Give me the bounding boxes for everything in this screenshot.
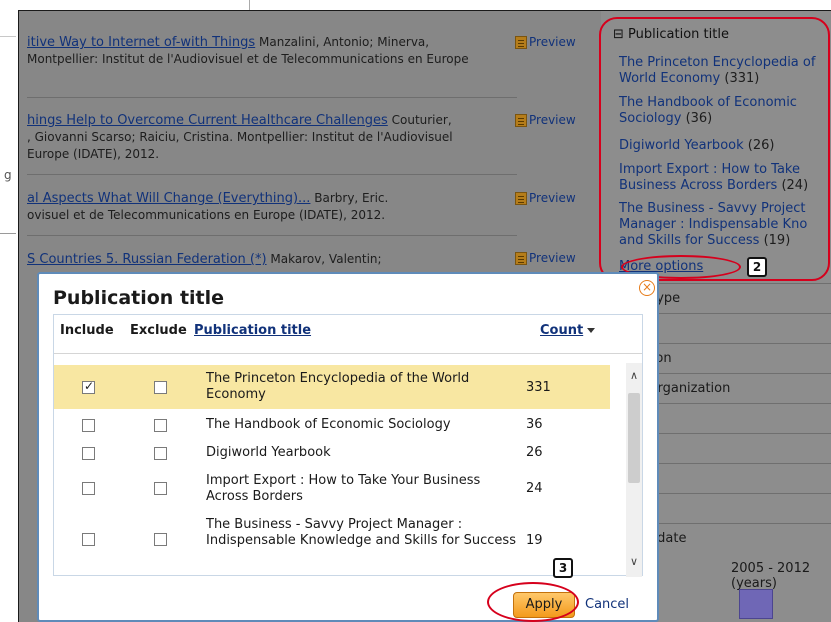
preview-icon: [515, 113, 527, 127]
preview-link[interactable]: Preview: [515, 35, 576, 49]
column-header-publication-title[interactable]: Publication title: [194, 323, 311, 338]
annotation-highlight: [599, 17, 830, 281]
chevron-down-icon[interactable]: ∨: [629, 556, 639, 567]
result-authors: Couturier,: [387, 113, 452, 127]
publication-title-text: Digiworld Yearbook: [206, 445, 331, 460]
result-title-link[interactable]: itive Way to Internet of-with Things: [27, 35, 255, 50]
background-window-edge: g: [0, 0, 18, 622]
scrollbar-thumb[interactable]: [628, 393, 640, 483]
result-item: S Countries 5. Russian Federation (*) Ma…: [27, 251, 507, 268]
table-row: The Handbook of Economic Sociology 36: [54, 413, 610, 439]
result-title-link[interactable]: S Countries 5. Russian Federation (*): [27, 252, 267, 267]
divider: [27, 174, 517, 175]
result-source: Montpellier: Institut de l'Audiovisuel e…: [27, 52, 469, 66]
publication-title-text: The Handbook of Economic Sociology: [206, 417, 451, 432]
include-checkbox[interactable]: [82, 447, 95, 460]
preview-icon: [515, 35, 527, 49]
divider: [27, 97, 517, 98]
column-header-exclude: Exclude: [130, 323, 187, 338]
publication-count: 24: [526, 481, 543, 496]
options-list: The Princeton Encyclopedia of the World …: [54, 363, 624, 577]
preview-icon: [515, 191, 527, 205]
publication-count: 331: [526, 380, 551, 395]
preview-icon: [515, 251, 527, 265]
date-range: 2005 - 2012 (years): [731, 561, 811, 591]
chevron-up-icon[interactable]: ∧: [629, 370, 639, 381]
exclude-checkbox[interactable]: [154, 482, 167, 495]
result-source: Europe (IDATE), 2012.: [27, 147, 160, 161]
include-checkbox[interactable]: [82, 379, 95, 394]
exclude-checkbox[interactable]: [154, 419, 167, 432]
dialog-title: Publication title: [53, 287, 225, 309]
facet-options-table: Include Exclude Publication title Count …: [53, 314, 643, 577]
partial-text: g: [4, 168, 12, 182]
result-source: , Giovanni Scarso; Raiciu, Cristina. Mon…: [27, 130, 453, 144]
result-authors: Manzalini, Antonio; Minerva,: [255, 35, 430, 49]
preview-link[interactable]: Preview: [515, 113, 576, 127]
step-badge: 3: [553, 558, 573, 578]
column-header-include: Include: [60, 323, 114, 338]
result-item: hings Help to Overcome Current Healthcar…: [27, 112, 507, 163]
publication-title-text: The Business - Savvy Project Manager : I…: [206, 517, 516, 548]
table-row: The Business - Savvy Project Manager : I…: [54, 513, 610, 569]
publication-title-text: Import Export : How to Take Your Busines…: [206, 473, 481, 504]
divider: [0, 233, 16, 234]
include-checkbox[interactable]: [82, 419, 95, 432]
result-authors: Barbry, Eric.: [310, 191, 389, 205]
result-item: itive Way to Internet of-with Things Man…: [27, 34, 507, 68]
background-window-top: [0, 0, 250, 10]
result-item: al Aspects What Will Change (Everything)…: [27, 190, 507, 224]
column-header-count[interactable]: Count: [540, 323, 596, 338]
annotation-highlight: [487, 582, 579, 622]
publication-count: 26: [526, 445, 543, 460]
include-checkbox[interactable]: [82, 482, 95, 495]
publication-title-text: The Princeton Encyclopedia of the World …: [206, 371, 470, 402]
table-row: Digiworld Yearbook 26: [54, 441, 610, 467]
date-histogram-bar[interactable]: [739, 589, 773, 619]
result-title-link[interactable]: hings Help to Overcome Current Healthcar…: [27, 113, 388, 128]
list-scrollbar[interactable]: ∧ ∨: [626, 363, 642, 577]
publication-title-dialog: Publication title × Include Exclude Publ…: [37, 272, 659, 622]
close-icon[interactable]: ×: [639, 280, 655, 296]
result-title-link[interactable]: al Aspects What Will Change (Everything)…: [27, 191, 310, 206]
exclude-checkbox[interactable]: [154, 381, 167, 394]
divider: [0, 36, 16, 37]
divider: [27, 235, 517, 236]
exclude-checkbox[interactable]: [154, 447, 167, 460]
preview-link[interactable]: Preview: [515, 191, 576, 205]
publication-count: 36: [526, 417, 543, 432]
result-source: ovisuel et de Telecommunications en Euro…: [27, 208, 386, 222]
exclude-checkbox[interactable]: [154, 533, 167, 546]
publication-count: 19: [526, 533, 543, 548]
divider: [54, 353, 642, 354]
cancel-link[interactable]: Cancel: [585, 597, 629, 612]
preview-link[interactable]: Preview: [515, 251, 576, 265]
table-row: The Princeton Encyclopedia of the World …: [54, 365, 610, 409]
include-checkbox[interactable]: [82, 533, 95, 546]
result-authors: Makarov, Valentin;: [266, 252, 382, 266]
table-row: Import Export : How to Take Your Busines…: [54, 469, 610, 509]
sort-down-icon: [587, 328, 596, 333]
